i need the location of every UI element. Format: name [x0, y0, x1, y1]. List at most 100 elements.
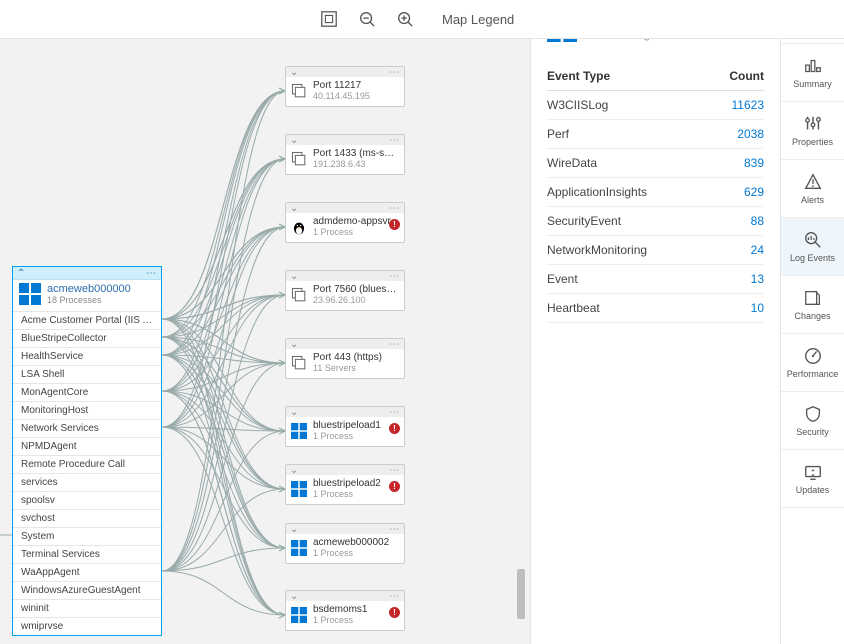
- map-legend-label[interactable]: Map Legend: [442, 12, 514, 27]
- process-row[interactable]: WindowsAzureGuestAgent: [13, 581, 161, 599]
- process-row[interactable]: Network Services›: [13, 419, 161, 437]
- chevron-down-icon[interactable]: ⌄: [290, 339, 298, 350]
- updates-icon: [803, 462, 823, 482]
- event-row[interactable]: SecurityEvent 88: [547, 207, 764, 236]
- error-badge-icon: !: [389, 481, 400, 492]
- map-toolbar: Map Legend: [0, 0, 844, 39]
- nav-performance[interactable]: Performance: [781, 334, 844, 392]
- remote-node[interactable]: ⌄⋯admdemo-appsvr1 Process!: [285, 202, 405, 243]
- remote-node[interactable]: ⌄⋯Port 7560 (bluestripe)23.96.26.100: [285, 270, 405, 311]
- chevron-down-icon[interactable]: ⌄: [290, 203, 298, 214]
- process-row[interactable]: MonAgentCore›: [13, 383, 161, 401]
- chevron-down-icon[interactable]: ⌄: [290, 407, 298, 418]
- machine-title-row: acmeweb000000 18 Processes: [13, 280, 161, 311]
- event-row[interactable]: ApplicationInsights629: [547, 178, 764, 207]
- windows-icon: [291, 423, 307, 439]
- nav-changes[interactable]: Changes: [781, 276, 844, 334]
- event-row[interactable]: Perf2038: [547, 120, 764, 149]
- chevron-down-icon[interactable]: ⌄: [290, 67, 298, 78]
- collapse-chevron-icon[interactable]: ⌃: [17, 268, 25, 279]
- changes-icon: [803, 288, 823, 308]
- event-type: W3CIISLog: [547, 98, 608, 112]
- event-type: Perf: [547, 127, 569, 141]
- machine-name: acmeweb000000: [47, 283, 131, 295]
- remote-node-header: ⌄⋯: [286, 339, 404, 349]
- process-row[interactable]: MonitoringHost: [13, 401, 161, 419]
- remote-node-header: ⌄⋯: [286, 135, 404, 145]
- machine-card[interactable]: ⌃ ⋯ acmeweb000000 18 Processes Acme Cust…: [12, 266, 162, 636]
- nav-updates[interactable]: Updates: [781, 450, 844, 508]
- chevron-down-icon[interactable]: ⌄: [290, 271, 298, 282]
- process-list: Acme Customer Portal (IIS App ...›BlueSt…: [13, 311, 161, 635]
- event-row[interactable]: W3CIISLog11623: [547, 91, 764, 120]
- nav-rail: SummaryPropertiesAlerts Log Events Changes…: [780, 0, 844, 644]
- remote-node-subtitle: 1 Process: [313, 548, 399, 558]
- more-icon[interactable]: ⋯: [389, 407, 400, 418]
- scrollbar-thumb[interactable]: [517, 569, 525, 619]
- more-icon[interactable]: ⋯: [389, 591, 400, 602]
- process-row[interactable]: Acme Customer Portal (IIS App ...›: [13, 311, 161, 329]
- event-type: Event: [547, 272, 578, 286]
- chevron-down-icon[interactable]: ⌄: [290, 465, 298, 476]
- remote-node[interactable]: ⌄⋯acmeweb0000021 Process: [285, 523, 405, 564]
- more-icon[interactable]: ⋯: [389, 135, 400, 146]
- process-row[interactable]: spoolsv: [13, 491, 161, 509]
- process-row[interactable]: services: [13, 473, 161, 491]
- windows-icon: [291, 481, 307, 497]
- event-type: SecurityEvent: [547, 214, 621, 228]
- fit-to-screen-button[interactable]: [310, 0, 348, 38]
- process-row[interactable]: System›: [13, 527, 161, 545]
- process-row[interactable]: wmiprvse: [13, 617, 161, 635]
- nav-security[interactable]: Security: [781, 392, 844, 450]
- event-row[interactable]: Heartbeat10: [547, 294, 764, 323]
- servers-stack-icon: [291, 287, 307, 303]
- perf-icon: [803, 346, 823, 366]
- nav-label: Updates: [796, 485, 830, 495]
- nav-label: Log Events: [790, 253, 835, 263]
- process-row[interactable]: HealthService›: [13, 347, 161, 365]
- process-row[interactable]: WaAppAgent›: [13, 563, 161, 581]
- remote-node[interactable]: ⌄⋯bsdemoms11 Process!: [285, 590, 405, 631]
- chevron-down-icon[interactable]: ⌄: [290, 135, 298, 146]
- event-row[interactable]: NetworkMonitoring24: [547, 236, 764, 265]
- remote-node-subtitle: 1 Process: [313, 615, 399, 625]
- process-row[interactable]: Terminal Services: [13, 545, 161, 563]
- remote-node-title: Port 7560 (bluestripe): [313, 284, 399, 295]
- props-icon: [803, 114, 823, 134]
- more-icon[interactable]: ⋯: [146, 268, 157, 279]
- remote-node[interactable]: ⌄⋯bluestripeload21 Process!: [285, 464, 405, 505]
- process-row[interactable]: LSA Shell: [13, 365, 161, 383]
- more-icon[interactable]: ⋯: [389, 203, 400, 214]
- zoom-in-button[interactable]: [386, 0, 424, 38]
- chevron-down-icon[interactable]: ⌄: [290, 591, 298, 602]
- more-icon[interactable]: ⋯: [389, 524, 400, 535]
- chevron-down-icon[interactable]: ⌄: [290, 524, 298, 535]
- nav-alerts[interactable]: Alerts: [781, 160, 844, 218]
- remote-node[interactable]: ⌄⋯Port 1121740.114.45.195: [285, 66, 405, 107]
- remote-node-header: ⌄⋯: [286, 67, 404, 77]
- summary-icon: [803, 56, 823, 76]
- process-row[interactable]: svchost: [13, 509, 161, 527]
- remote-node[interactable]: ⌄⋯Port 443 (https)11 Servers: [285, 338, 405, 379]
- fit-icon: [320, 10, 338, 28]
- nav-log-events[interactable]: Log Events: [781, 218, 844, 276]
- process-row[interactable]: wininit: [13, 599, 161, 617]
- process-row[interactable]: BlueStripeCollector›: [13, 329, 161, 347]
- event-row[interactable]: Event13: [547, 265, 764, 294]
- nav-properties[interactable]: Properties: [781, 102, 844, 160]
- more-icon[interactable]: ⋯: [389, 339, 400, 350]
- more-icon[interactable]: ⋯: [389, 271, 400, 282]
- event-table-header: Event Type Count: [547, 62, 764, 91]
- zoom-in-icon: [396, 10, 414, 28]
- process-row[interactable]: NPMDAgent: [13, 437, 161, 455]
- remote-node[interactable]: ⌄⋯Port 1433 (ms-sql-s)191.238.6.43: [285, 134, 405, 175]
- nav-summary[interactable]: Summary: [781, 44, 844, 102]
- map-canvas[interactable]: ⌃ ⋯ acmeweb000000 18 Processes Acme Cust…: [0, 39, 530, 644]
- event-count: 88: [751, 214, 764, 228]
- more-icon[interactable]: ⋯: [389, 67, 400, 78]
- process-row[interactable]: Remote Procedure Call: [13, 455, 161, 473]
- remote-node[interactable]: ⌄⋯bluestripeload11 Process!: [285, 406, 405, 447]
- more-icon[interactable]: ⋯: [389, 465, 400, 476]
- zoom-out-button[interactable]: [348, 0, 386, 38]
- event-row[interactable]: WireData839: [547, 149, 764, 178]
